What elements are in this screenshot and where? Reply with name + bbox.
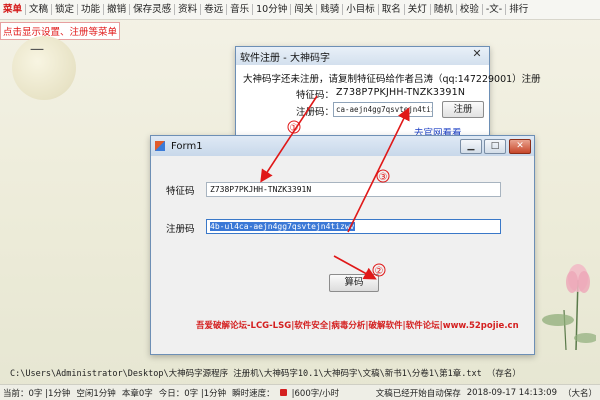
register-code-field[interactable]: 4b-ul4ca-aejn4gg7qsvtejn4tizwv xyxy=(206,219,501,234)
feature-code-label: 特征码： xyxy=(296,90,335,101)
maximize-icon[interactable]: □ xyxy=(484,139,506,154)
speed-indicator-icon xyxy=(279,389,287,396)
menu-item-proofread[interactable]: 校验 xyxy=(457,4,483,15)
close-icon[interactable]: ✕ xyxy=(468,48,486,63)
menu-item-naming[interactable]: 取名 xyxy=(379,4,405,15)
minimize-icon[interactable]: ▁ xyxy=(460,139,482,154)
status-speed-value: |600字/小时 xyxy=(291,388,340,399)
menu-item-save-inspiration[interactable]: 保存灵感 xyxy=(130,4,176,15)
menu-item-lights-off[interactable]: 关灯 xyxy=(405,4,431,15)
register-code-input[interactable]: ca-aejn4gg7qsvtejn4tizwv xyxy=(333,102,433,117)
menu-item-materials[interactable]: 资料 xyxy=(175,4,202,15)
menu-item-10min[interactable]: 10分钟 xyxy=(253,4,292,15)
register-dialog: 软件注册 - 大神码字 ✕ 大神码字还未注册，请复制特征码给作者吕涛（qq:14… xyxy=(235,46,541,142)
register-button[interactable]: 注册 xyxy=(442,101,484,118)
menu-item-random[interactable]: 随机 xyxy=(431,4,457,15)
register-note: 大神码字还未注册，请复制特征码给作者吕涛（qq:147229001）注册 xyxy=(243,74,541,85)
status-current: 当前：0字 |1分钟 xyxy=(3,388,71,399)
menu-item-function[interactable]: 功能 xyxy=(78,4,105,15)
menu-item-manuscript[interactable]: 文稿 xyxy=(26,4,53,15)
register-code-selected-text: 4b-ul4ca-aejn4gg7qsvtejn4tizwv xyxy=(210,222,355,231)
status-chapter: 本章0字 xyxy=(121,388,153,399)
form1-window: Form1 ▁ □ ✕ 特征码 Z738P7PKJHH-TNZK3391N 注册… xyxy=(150,135,535,355)
status-autosave: 文稿已经开始自动保存 xyxy=(375,388,461,399)
feature-code-label: 特征码 xyxy=(166,186,195,197)
footer-credits: 吾爱破解论坛-LCG-LSG|软件安全|病毒分析|破解软件|软件论坛|www.5… xyxy=(196,321,519,331)
register-dialog-title: 软件注册 - 大神码字 xyxy=(240,52,330,64)
feature-code-field[interactable]: Z738P7PKJHH-TNZK3391N xyxy=(206,182,501,197)
register-dialog-titlebar: 软件注册 - 大神码字 xyxy=(236,47,489,65)
status-today: 今日：0字 |1分钟 xyxy=(158,388,227,399)
status-speed-label: 瞬时速度： xyxy=(232,388,275,399)
status-bar: 当前：0字 |1分钟 空闲1分钟 本章0字 今日：0字 |1分钟 瞬时速度： |… xyxy=(0,384,600,400)
menu-item-text[interactable]: -文- xyxy=(483,4,507,15)
status-tail: （大名） xyxy=(562,388,597,399)
app-icon xyxy=(155,141,165,151)
register-code-label: 注册码： xyxy=(296,107,335,118)
menu-item-challenge[interactable]: 闯关 xyxy=(291,4,318,15)
menu-item-lock[interactable]: 锁定 xyxy=(52,4,79,15)
menu-item-scroll[interactable]: 卷远 xyxy=(201,4,228,15)
moon-illustration xyxy=(12,36,76,100)
register-code-label: 注册码 xyxy=(166,224,195,235)
file-path: C:\Users\Administrator\Desktop\大神码字源程序 注… xyxy=(10,369,521,379)
menu-item-bet[interactable]: 贱骑 xyxy=(317,4,344,15)
close-icon[interactable]: ✕ xyxy=(509,139,531,154)
menu-item-undo[interactable]: 撤销 xyxy=(104,4,131,15)
calculate-code-button[interactable]: 算码 xyxy=(329,274,379,292)
form1-title: Form1 xyxy=(171,140,203,152)
status-datetime: 2018-09-17 14:13:09 xyxy=(466,387,557,398)
menu-item-music[interactable]: 音乐 xyxy=(227,4,254,15)
menu-bar: 菜单 文稿 锁定 功能 撤销 保存灵感 资料 卷远 音乐 10分钟 闯关 贱骑 … xyxy=(0,0,600,20)
menu-hint[interactable]: 点击显示设置、注册等菜单 xyxy=(0,22,121,40)
lotus-illustration xyxy=(542,264,596,350)
menu-item-small-goal[interactable]: 小目标 xyxy=(343,4,379,15)
feature-code-value: Z738P7PKJHH-TNZK3391N xyxy=(336,87,466,98)
background-glyph: 一 xyxy=(30,43,44,59)
status-idle: 空闲1分钟 xyxy=(76,388,116,399)
menu-item-menu[interactable]: 菜单 xyxy=(0,4,27,15)
menu-item-ranking[interactable]: 排行 xyxy=(506,4,531,15)
